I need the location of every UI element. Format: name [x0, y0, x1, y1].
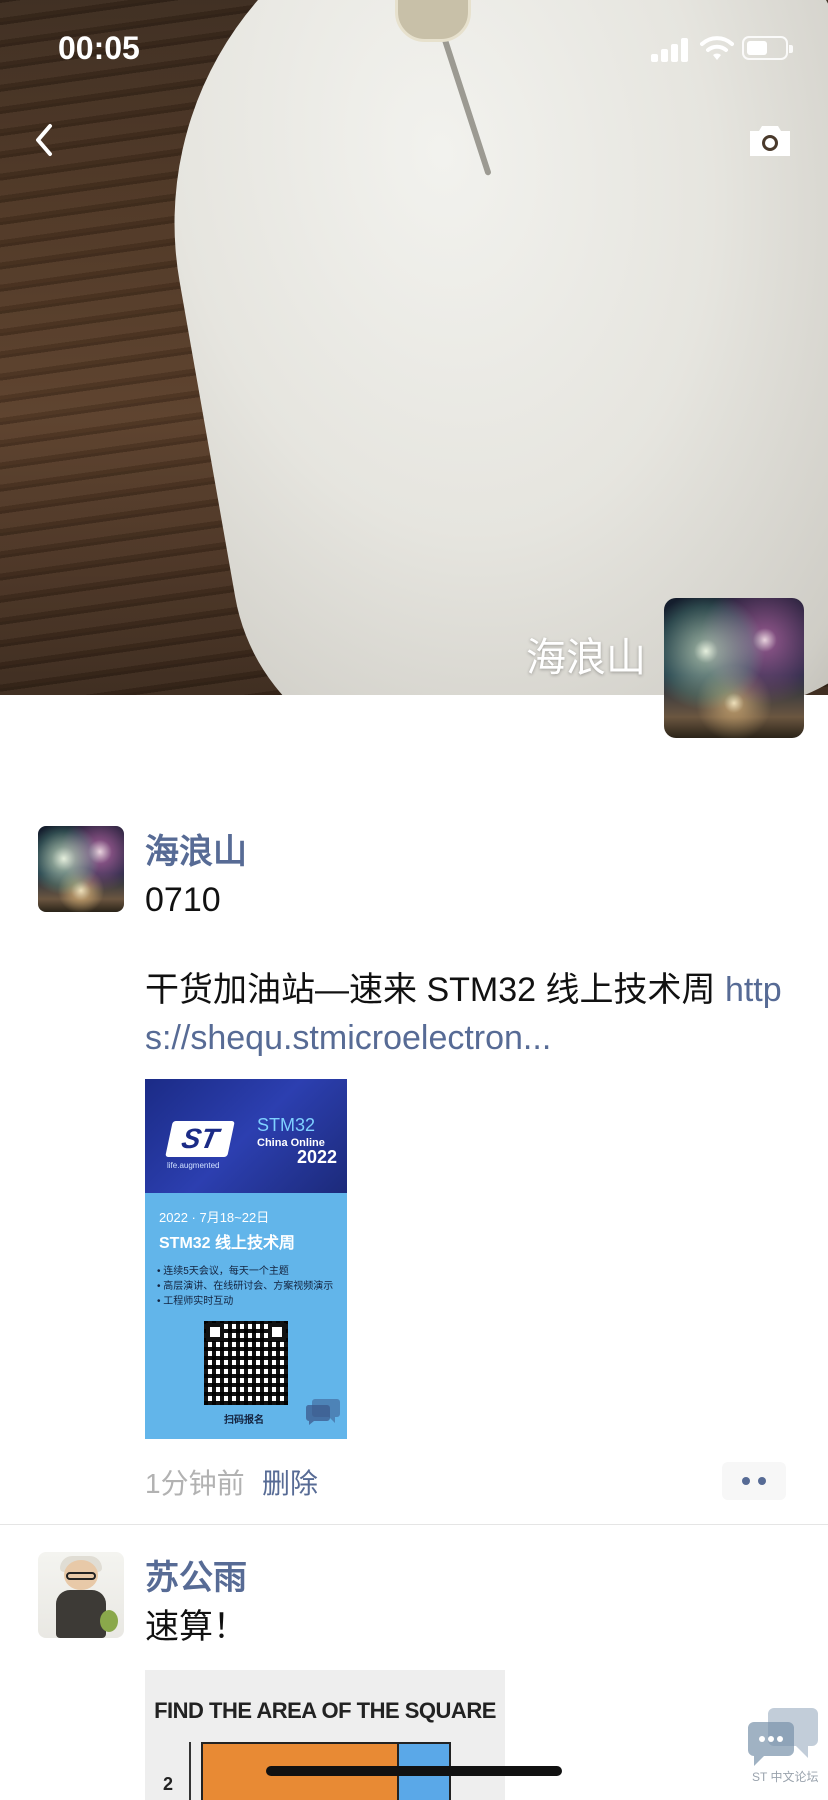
post-image-poster[interactable]: ST life.augmented STM32 China Online 202…: [145, 1079, 347, 1439]
status-time: 00:05: [58, 30, 140, 66]
poster-scan-label: 扫码报名: [224, 1415, 264, 1426]
poster-bullet: • 连续5天会议，每天一个主题: [157, 1266, 289, 1277]
delete-button[interactable]: 删除: [262, 1462, 318, 1502]
qr-code: [204, 1321, 288, 1405]
watermark-text: ST 中文论坛: [752, 1770, 819, 1784]
back-icon[interactable]: [28, 118, 64, 162]
cover-avatar[interactable]: [664, 598, 804, 738]
avatar-body: [56, 1590, 106, 1638]
post-timestamp: 1分钟前: [145, 1468, 245, 1499]
post-author[interactable]: 海浪山: [145, 824, 247, 873]
battery-cap: [789, 45, 793, 53]
post-link-part1: http: [724, 971, 782, 1009]
poster-bullet: • 高层演讲、在线研讨会、方案视频演示: [157, 1281, 334, 1292]
st-logo: ST: [165, 1121, 235, 1157]
post-text-line: 0710: [145, 881, 221, 919]
post-text-prefix: 干货加油站—速来 STM32 线上技术周: [145, 971, 725, 1009]
post-avatar[interactable]: [38, 1552, 124, 1638]
more-icon-dot: [758, 1477, 766, 1485]
battery-level: [747, 41, 767, 55]
more-button[interactable]: [722, 1462, 786, 1500]
chat-icon: [305, 1399, 340, 1425]
wifi-icon: [700, 36, 734, 60]
post-image-quiz[interactable]: FIND THE AREA OF THE SQUARE 2: [145, 1670, 505, 1800]
post-text: 速算！: [145, 1608, 247, 1646]
post-author[interactable]: 苏公雨: [145, 1550, 247, 1599]
post-link-part2: s://shequ.stmicroelectron...: [145, 1019, 552, 1057]
post-text-body: 干货加油站—速来 STM32 线上技术周 http s://shequ.stmic…: [145, 966, 785, 1062]
battery-icon: [742, 36, 793, 60]
camera-icon[interactable]: [748, 122, 792, 158]
poster-year: 2022: [297, 1147, 338, 1167]
poster-banner: ST life.augmented STM32 China Online 202…: [145, 1079, 347, 1193]
poster-stm: STM32: [257, 1115, 316, 1135]
avatar-balloon: [100, 1610, 118, 1632]
more-icon-dot: [742, 1477, 750, 1485]
poster-bullet: • 工程师实时互动: [157, 1296, 234, 1307]
post-divider: [0, 1524, 828, 1525]
poster-title: STM32 线上技术周: [159, 1235, 296, 1252]
cover-photo[interactable]: [0, 0, 828, 695]
poster-bullets: • 连续5天会议，每天一个主题 • 高层演讲、在线研讨会、方案视频演示 • 工程…: [157, 1264, 333, 1309]
post-avatar[interactable]: [38, 826, 124, 912]
poster-date: 2022 · 7月18~22日: [159, 1210, 270, 1225]
signal-icon: [651, 36, 691, 62]
quiz-title: FIND THE AREA OF THE SQUARE: [154, 1698, 496, 1723]
status-bar: 00:05: [0, 0, 828, 100]
home-indicator[interactable]: [266, 1766, 562, 1776]
quiz-axis: [189, 1742, 191, 1800]
cover-user-name: 海浪山: [526, 636, 646, 680]
poster-tagline: life.augmented: [167, 1161, 220, 1170]
avatar-glasses: [66, 1572, 96, 1580]
